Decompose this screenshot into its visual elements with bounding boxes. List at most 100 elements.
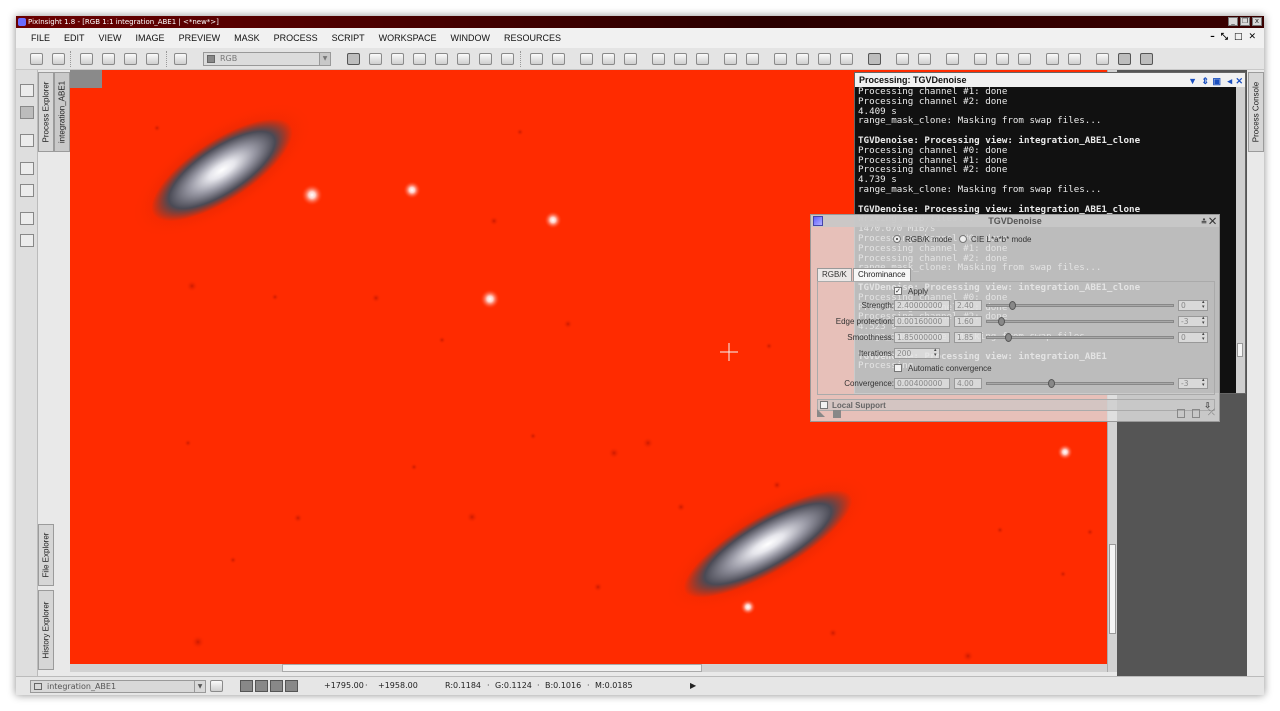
- menu-workspace[interactable]: WORKSPACE: [372, 28, 444, 48]
- monitor-icon[interactable]: [20, 84, 34, 97]
- mask-show-icon[interactable]: [652, 53, 665, 65]
- window-icon[interactable]: [20, 134, 34, 147]
- edge-protection-exponent-spin[interactable]: -3: [1178, 316, 1208, 327]
- save-view-icon[interactable]: [124, 53, 137, 65]
- mdi-minimize-button[interactable]: –: [1210, 32, 1215, 42]
- zoom-out-icon[interactable]: [552, 53, 565, 65]
- convergence-slider[interactable]: [986, 379, 1174, 388]
- display-icon[interactable]: [20, 212, 34, 225]
- mdi-maximize-button[interactable]: □: [1234, 32, 1243, 42]
- stf-boost-icon[interactable]: [840, 53, 853, 65]
- stf-auto-icon[interactable]: [774, 53, 787, 65]
- convergence-slider-knob[interactable]: [1048, 379, 1055, 388]
- apply-global-icon[interactable]: [833, 410, 841, 418]
- process-icon-3[interactable]: [946, 53, 959, 65]
- edge-protection-value-field[interactable]: 0.00160000: [894, 316, 950, 327]
- iterations-spin[interactable]: 200: [894, 348, 940, 359]
- smoothness-value-field[interactable]: 1.85000000: [894, 332, 950, 343]
- edge-protection-slider-knob[interactable]: [998, 317, 1005, 326]
- preview-icon[interactable]: [1177, 409, 1185, 418]
- reset-icon[interactable]: ⤫: [1208, 408, 1215, 418]
- screen-icon[interactable]: [20, 162, 34, 175]
- minimize-button[interactable]: _: [1228, 17, 1238, 26]
- menu-resources[interactable]: RESOURCES: [497, 28, 568, 48]
- smoothness-exponent-spin[interactable]: 0: [1178, 332, 1208, 343]
- menu-process[interactable]: PROCESS: [267, 28, 325, 48]
- shade-icon[interactable]: ⩮: [1201, 216, 1206, 226]
- workspace-icon-1[interactable]: [1046, 53, 1059, 65]
- window-cascade-icon[interactable]: [746, 53, 759, 65]
- menu-edit[interactable]: EDIT: [57, 28, 92, 48]
- menu-mask[interactable]: MASK: [227, 28, 267, 48]
- zoom-1-1-icon[interactable]: [580, 53, 593, 65]
- strength-value-field[interactable]: 2.40000000: [894, 300, 950, 311]
- edge-protection-slider[interactable]: [986, 317, 1174, 326]
- vertical-scroll-thumb[interactable]: [1109, 544, 1116, 634]
- menu-image[interactable]: IMAGE: [129, 28, 172, 48]
- workspace-icon-4[interactable]: [1118, 53, 1131, 65]
- undo-icon[interactable]: [30, 53, 43, 65]
- edit-preview-icon[interactable]: [479, 53, 492, 65]
- new-instance-icon[interactable]: [817, 409, 825, 417]
- fit-view-icon[interactable]: [435, 53, 448, 65]
- edge-protection-mantissa-field[interactable]: 1.60: [954, 316, 982, 327]
- stf-reset-icon[interactable]: [818, 53, 831, 65]
- strength-slider-knob[interactable]: [1009, 301, 1016, 310]
- arrows-updown-icon[interactable]: ⇕: [1201, 74, 1209, 88]
- process-console-tab[interactable]: Process Console: [1248, 72, 1264, 152]
- workspace-icon-3[interactable]: [1096, 53, 1109, 65]
- move-icon[interactable]: [413, 53, 426, 65]
- strength-exponent-spin[interactable]: 0: [1178, 300, 1208, 311]
- convergence-value-field[interactable]: 0.00400000: [894, 378, 950, 389]
- mdi-shade-button[interactable]: ⤡: [1221, 32, 1228, 42]
- strength-slider[interactable]: [986, 301, 1174, 310]
- arrow-down-icon[interactable]: ▼: [1188, 74, 1197, 88]
- cie-mode-radio[interactable]: [959, 235, 967, 243]
- smoothness-mantissa-field[interactable]: 1.85: [954, 332, 982, 343]
- pin-icon[interactable]: ◂: [1227, 74, 1232, 88]
- channel-swatch-g[interactable]: [255, 680, 268, 692]
- new-image-icon[interactable]: [146, 53, 159, 65]
- process-explorer-tab[interactable]: Process Explorer: [38, 72, 54, 152]
- close-button[interactable]: x: [1252, 17, 1262, 26]
- smoothness-slider-knob[interactable]: [1005, 333, 1012, 342]
- console-scrollbar[interactable]: [1236, 87, 1245, 393]
- stf-linked-icon[interactable]: [796, 53, 809, 65]
- image-view-tab[interactable]: integration_ABE1: [54, 72, 70, 152]
- mask-enable-icon[interactable]: [696, 53, 709, 65]
- mdi-close-button[interactable]: ✕: [1248, 32, 1256, 42]
- restore-button[interactable]: ❐: [1240, 17, 1250, 26]
- rgbk-mode-radio[interactable]: [893, 235, 901, 243]
- settings-icon[interactable]: [20, 234, 34, 247]
- smoothness-slider[interactable]: [986, 333, 1174, 342]
- documentation-icon[interactable]: [1192, 409, 1200, 418]
- dialog-close-icon[interactable]: ✕: [1209, 216, 1216, 226]
- file-explorer-tab[interactable]: File Explorer: [38, 524, 54, 586]
- play-icon[interactable]: ▶: [690, 681, 696, 690]
- workspace-icon-2[interactable]: [1068, 53, 1081, 65]
- menu-script[interactable]: SCRIPT: [325, 28, 372, 48]
- layout-icon[interactable]: [20, 184, 34, 197]
- zoom-in-icon[interactable]: [530, 53, 543, 65]
- image-icon[interactable]: [20, 106, 34, 119]
- apply-checkbox[interactable]: ✓: [894, 287, 902, 295]
- console-scroll-thumb[interactable]: [1237, 343, 1243, 357]
- float-icon[interactable]: ▣: [1212, 74, 1221, 88]
- zoom-fit-icon[interactable]: [369, 53, 382, 65]
- redo-icon[interactable]: [52, 53, 65, 65]
- window-tile-icon[interactable]: [724, 53, 737, 65]
- process-icon-6[interactable]: [1018, 53, 1031, 65]
- mask-mode-icon[interactable]: [868, 53, 881, 65]
- channel-swatch-b[interactable]: [270, 680, 283, 692]
- history-explorer-tab[interactable]: History Explorer: [38, 590, 54, 670]
- view-explorer-icon[interactable]: [210, 680, 223, 692]
- view-selector[interactable]: integration_ABE1 ▼: [30, 680, 206, 693]
- tgvdenoise-process-icon[interactable]: [813, 216, 823, 226]
- auto-convergence-checkbox[interactable]: [894, 364, 902, 372]
- screen-transfer-icon[interactable]: [174, 53, 187, 65]
- menu-window[interactable]: WINDOW: [443, 28, 497, 48]
- workspace-icon-5[interactable]: [1140, 53, 1153, 65]
- tab-chrominance[interactable]: Chrominance: [853, 268, 911, 281]
- readout-mode-icon[interactable]: [347, 53, 360, 65]
- reset-view-icon[interactable]: [80, 53, 93, 65]
